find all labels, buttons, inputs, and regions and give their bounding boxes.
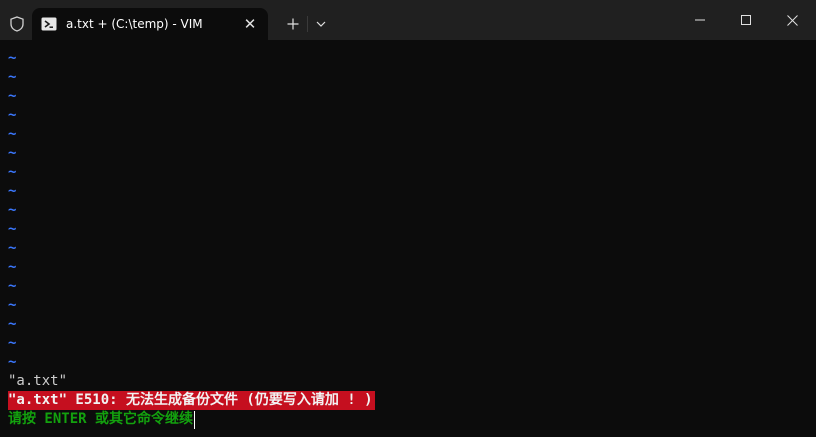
- powershell-icon: [41, 16, 57, 32]
- tilde-line: ~: [8, 202, 17, 218]
- maximize-button[interactable]: [723, 0, 769, 40]
- tilde-line: ~: [8, 297, 17, 313]
- new-tab-button[interactable]: [280, 12, 306, 36]
- tilde-line: ~: [8, 183, 17, 199]
- minimize-button[interactable]: [677, 0, 723, 40]
- tilde-line: ~: [8, 107, 17, 123]
- maximize-icon: [741, 15, 751, 25]
- tilde-line: ~: [8, 240, 17, 256]
- tilde-line: ~: [8, 278, 17, 294]
- title-bar: a.txt + (C:\temp) - VIM ✕: [0, 0, 816, 40]
- close-window-button[interactable]: [769, 0, 815, 40]
- tilde-line: ~: [8, 126, 17, 142]
- tilde-line: ~: [8, 259, 17, 275]
- file-name-message: "a.txt": [8, 373, 68, 389]
- tilde-line: ~: [8, 221, 17, 237]
- tilde-line: ~: [8, 145, 17, 161]
- shield-icon: [9, 15, 25, 32]
- close-icon: ✕: [243, 15, 257, 33]
- tilde-line: ~: [8, 316, 17, 332]
- tilde-line: ~: [8, 164, 17, 180]
- tab-vim[interactable]: a.txt + (C:\temp) - VIM ✕: [32, 8, 268, 40]
- continue-prompt: 请按 ENTER 或其它命令继续: [8, 410, 196, 429]
- close-tab-button[interactable]: ✕: [240, 14, 260, 34]
- toolbar-divider: [307, 16, 308, 32]
- text-cursor: [194, 410, 196, 429]
- tilde-line: ~: [8, 88, 17, 104]
- tilde-line: ~: [8, 335, 17, 351]
- continue-prompt-text: 请按 ENTER 或其它命令继续: [8, 411, 194, 427]
- error-message: "a.txt" E510: 无法生成备份文件 (仍要写入请加 ! ): [8, 391, 375, 410]
- tilde-line: ~: [8, 50, 17, 66]
- minimize-icon: [695, 19, 705, 21]
- tilde-line: ~: [8, 69, 17, 85]
- close-icon: [786, 14, 798, 26]
- tab-title: a.txt + (C:\temp) - VIM: [66, 17, 203, 31]
- terminal-area[interactable]: ~ ~ ~ ~ ~ ~ ~ ~ ~ ~ ~ ~ ~ ~ ~ ~ ~ "a.txt" "a.txt" E510: …: [0, 40, 816, 437]
- chevron-down-icon: [316, 21, 326, 27]
- plus-icon: [287, 18, 299, 30]
- tab-dropdown-button[interactable]: [310, 12, 332, 36]
- tilde-line: ~: [8, 354, 17, 370]
